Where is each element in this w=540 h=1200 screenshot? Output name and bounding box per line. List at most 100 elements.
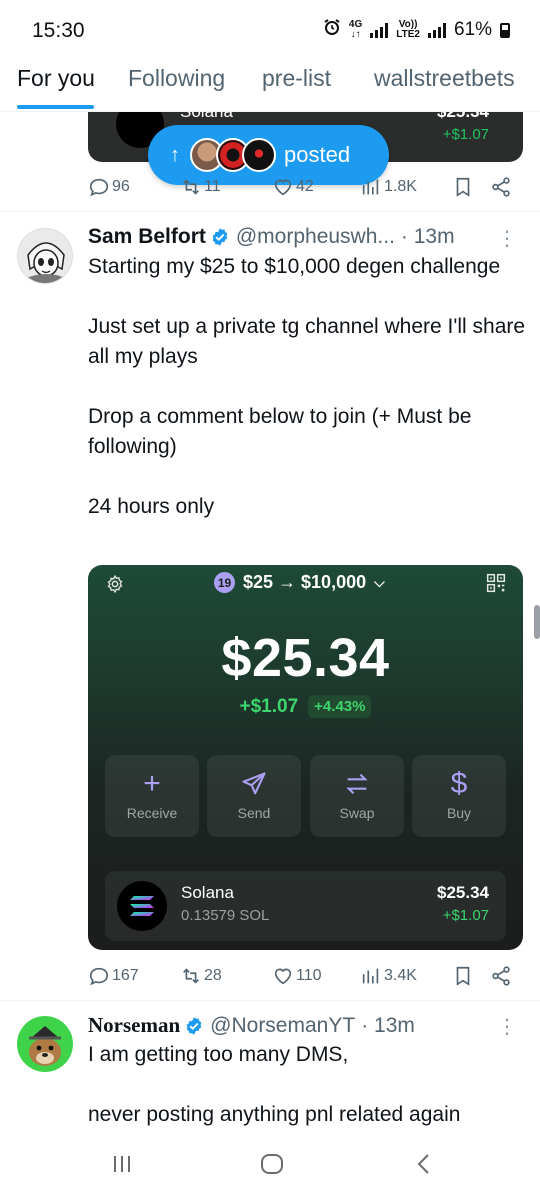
recents-icon: [114, 1156, 130, 1172]
author-handle[interactable]: @NorsemanYT: [210, 1014, 355, 1038]
more-options-icon[interactable]: ⋮: [497, 226, 517, 251]
norseman-avatar-art: [17, 1016, 73, 1072]
posted-label: posted: [284, 142, 351, 167]
divider: [0, 211, 540, 212]
token-row: Solana 0.13579 SOL $25.34 +$1.07: [105, 871, 506, 941]
token-change: +$1.07: [442, 126, 489, 143]
swap-icon: [310, 769, 404, 799]
tweet-paragraph: Starting my $25 to $10,000 degen challen…: [88, 255, 501, 278]
like-count: 42: [296, 178, 314, 195]
like-button[interactable]: 110: [272, 965, 322, 987]
view-count: 3.4K: [384, 967, 417, 984]
view-count: 1.8K: [384, 178, 417, 195]
more-options-icon[interactable]: ⋮: [497, 1014, 517, 1039]
tweet-paragraph: Just set up a private tg channel where I…: [88, 315, 526, 368]
token-value: $25.34: [437, 883, 489, 902]
plus-icon: +: [143, 767, 161, 800]
repost-button[interactable]: 11: [180, 176, 221, 198]
signal-icon: [370, 22, 389, 38]
wallet-change: +$1.07 +4.43%: [88, 695, 523, 718]
tab-pre-list[interactable]: pre-list: [262, 65, 331, 92]
bookmark-icon: [456, 966, 470, 986]
tweet-paragraph: never posting anything pnl related again: [88, 1103, 461, 1126]
reply-button[interactable]: 167: [88, 965, 139, 987]
buy-label: Buy: [446, 805, 472, 821]
status-bar: 15:30 4G ↓↑ Vo)) LTE2 61%: [0, 0, 540, 60]
reply-count: 167: [112, 967, 139, 984]
battery-icon: [500, 22, 510, 38]
tweet-paragraph: Drop a comment below to join (+ Must be …: [88, 405, 472, 458]
home-button[interactable]: [259, 1152, 285, 1181]
reply-count: 96: [112, 178, 130, 195]
avatar[interactable]: [17, 1016, 73, 1072]
battery-percent: 61%: [453, 19, 492, 40]
tweet-actions: 167 28 110 3.4K: [88, 961, 518, 991]
token-amount: 0.13579 SOL: [181, 907, 270, 924]
tab-for-you[interactable]: For you: [17, 65, 95, 92]
token-name: Solana: [180, 112, 233, 122]
account-number-badge: 19: [214, 572, 235, 593]
token-value: $25.34: [437, 112, 489, 122]
share-button[interactable]: [490, 176, 512, 198]
receive-button: + Receive: [105, 755, 199, 837]
bookmark-button[interactable]: [452, 965, 474, 987]
repost-button[interactable]: 28: [180, 965, 222, 987]
send-label: Send: [237, 805, 271, 821]
tweet-time: · 13m: [400, 225, 455, 248]
buy-button: $ Buy: [412, 755, 506, 837]
send-button: Send: [207, 755, 301, 837]
share-button[interactable]: [490, 965, 512, 987]
repost-icon: [183, 968, 199, 984]
views-button[interactable]: 1.8K: [360, 176, 417, 198]
tweet-text: Starting my $25 to $10,000 degen challen…: [88, 252, 528, 522]
repost-count: 11: [204, 178, 221, 195]
sam-belfort-avatar-art: [18, 229, 72, 283]
swap-label: Swap: [339, 805, 375, 821]
verified-badge-icon: [186, 1016, 202, 1035]
author-handle[interactable]: @morpheuswh...: [236, 225, 395, 249]
bookmark-button[interactable]: [452, 176, 474, 198]
wallet-screenshot-image[interactable]: 19 $25 → $10,000 ⌵ $25.34 +$1.07 +4.43% …: [88, 565, 523, 950]
receive-label: Receive: [126, 805, 178, 821]
share-icon: [492, 966, 510, 986]
swap-button: Swap: [310, 755, 404, 837]
reply-button[interactable]: 96: [88, 176, 130, 198]
views-icon: [362, 179, 379, 195]
tab-following[interactable]: Following: [128, 65, 225, 92]
dollar-icon: $: [450, 767, 468, 800]
like-button[interactable]: 42: [272, 176, 314, 198]
recent-apps-button[interactable]: [110, 1152, 134, 1181]
views-button[interactable]: 3.4K: [360, 965, 417, 987]
change-absolute: +$1.07: [239, 695, 299, 717]
tweet-actions: 96 11 42 1.8K: [88, 172, 518, 202]
reply-icon: [89, 967, 109, 986]
scrollbar[interactable]: [534, 605, 540, 639]
author-name[interactable]: Norseman: [88, 1013, 180, 1038]
verified-badge-icon: [212, 228, 228, 246]
tab-wallstreetbets[interactable]: wallstreetbets: [374, 65, 515, 92]
timeline-tabs: For you Following pre-list wallstreetbet…: [0, 60, 540, 112]
active-tab-indicator: [17, 105, 94, 109]
tweet-text: I am getting too many DMS, never posting…: [88, 1040, 528, 1130]
solana-logo-icon: [117, 881, 167, 931]
tweet-header: Sam Belfort @morpheuswh... · 13m: [88, 225, 455, 249]
like-count: 110: [296, 967, 322, 984]
reply-icon: [89, 178, 109, 197]
home-icon: [261, 1154, 283, 1174]
gear-icon: [107, 574, 123, 594]
divider: [0, 1000, 540, 1001]
account-name: $25 → $10,000: [243, 572, 367, 592]
arrow-up-icon: ↑: [170, 143, 180, 166]
wallet-total-balance: $25.34: [221, 628, 390, 688]
token-name: Solana: [181, 883, 234, 902]
bookmark-icon: [456, 177, 470, 197]
avatar[interactable]: [17, 228, 73, 284]
account-selector: 19 $25 → $10,000 ⌵: [214, 572, 385, 593]
status-icons: 4G ↓↑ Vo)) LTE2 61%: [323, 18, 510, 42]
tweet-header: Norseman @NorsemanYT · 13m: [88, 1013, 415, 1038]
back-button[interactable]: [412, 1152, 436, 1181]
tweet-paragraph: I am getting too many DMS,: [88, 1043, 349, 1066]
author-name[interactable]: Sam Belfort: [88, 225, 206, 249]
tweet-paragraph: 24 hours only: [88, 495, 215, 518]
heart-icon: [274, 179, 292, 196]
